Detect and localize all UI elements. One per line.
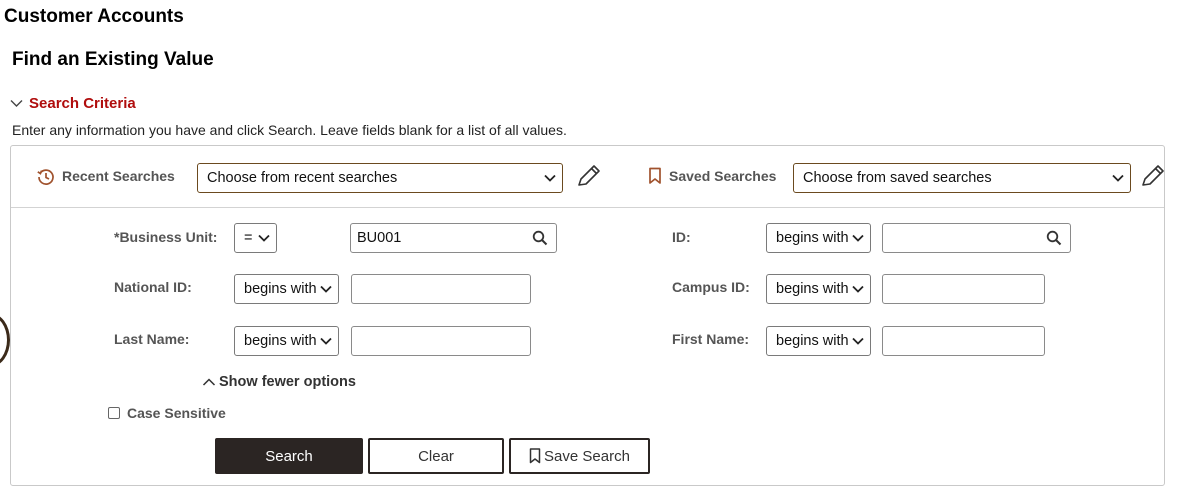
campus-id-input[interactable] [882, 274, 1045, 304]
history-icon [37, 169, 54, 185]
chevron-down-icon [320, 337, 332, 345]
first-name-operator[interactable]: begins with [766, 326, 871, 356]
case-sensitive-checkbox[interactable] [108, 407, 120, 419]
id-operator[interactable]: begins with [766, 223, 871, 253]
chevron-down-icon [544, 174, 556, 182]
pencil-icon[interactable] [576, 163, 602, 189]
saved-searches-select[interactable]: Choose from saved searches [793, 163, 1131, 193]
campus-id-operator-value: begins with [776, 281, 849, 297]
business-unit-operator[interactable]: = [234, 223, 277, 253]
national-id-operator[interactable]: begins with [234, 274, 339, 304]
side-handle[interactable] [0, 313, 10, 367]
chevron-down-icon [258, 234, 270, 242]
search-panel [10, 145, 1165, 486]
first-name-operator-value: begins with [776, 333, 849, 349]
first-name-label: First Name: [672, 331, 750, 347]
national-id-label: National ID: [114, 279, 192, 295]
last-name-input[interactable] [351, 326, 531, 356]
last-name-operator-value: begins with [244, 333, 317, 349]
pencil-icon[interactable] [1140, 163, 1166, 189]
national-id-operator-value: begins with [244, 281, 317, 297]
page-subtitle: Find an Existing Value [12, 49, 214, 70]
last-name-label: Last Name: [114, 331, 190, 347]
campus-id-label: Campus ID: [672, 279, 750, 295]
search-criteria-label: Search Criteria [29, 95, 136, 112]
recent-searches-select[interactable]: Choose from recent searches [197, 163, 563, 193]
chevron-up-icon [202, 378, 216, 386]
chevron-down-icon [10, 100, 23, 107]
show-fewer-options-label: Show fewer options [219, 374, 356, 390]
chevron-down-icon [1112, 174, 1124, 182]
chevron-down-icon [852, 234, 864, 242]
show-fewer-options-link[interactable]: Show fewer options [202, 374, 356, 390]
id-label: ID: [672, 229, 691, 245]
first-name-input[interactable] [882, 326, 1045, 356]
save-search-button[interactable]: Save Search [509, 438, 650, 474]
search-criteria-toggle[interactable]: Search Criteria [10, 95, 136, 112]
case-sensitive-option[interactable]: Case Sensitive [108, 405, 226, 421]
id-operator-value: begins with [776, 230, 849, 246]
search-icon[interactable] [532, 230, 548, 246]
recent-searches-value: Choose from recent searches [207, 170, 398, 186]
business-unit-operator-value: = [244, 230, 253, 246]
bookmark-icon [529, 448, 541, 464]
business-unit-label: *Business Unit: [114, 229, 218, 245]
bookmark-icon [649, 167, 661, 184]
search-button[interactable]: Search [215, 438, 363, 474]
saved-searches-label: Saved Searches [669, 168, 777, 184]
last-name-operator[interactable]: begins with [234, 326, 339, 356]
search-instructions: Enter any information you have and click… [12, 122, 567, 138]
chevron-down-icon [320, 285, 332, 293]
business-unit-input[interactable]: BU001 [350, 223, 557, 253]
panel-divider [11, 207, 1164, 208]
recent-searches-label: Recent Searches [62, 168, 175, 184]
saved-searches-value: Choose from saved searches [803, 170, 992, 186]
id-input[interactable] [882, 223, 1071, 253]
chevron-down-icon [852, 337, 864, 345]
national-id-input[interactable] [351, 274, 531, 304]
search-icon[interactable] [1046, 230, 1062, 246]
case-sensitive-label: Case Sensitive [127, 405, 226, 421]
save-search-label: Save Search [544, 447, 630, 465]
chevron-down-icon [852, 285, 864, 293]
clear-button[interactable]: Clear [368, 438, 504, 474]
page-title: Customer Accounts [4, 6, 184, 27]
business-unit-value: BU001 [357, 230, 402, 246]
campus-id-operator[interactable]: begins with [766, 274, 871, 304]
